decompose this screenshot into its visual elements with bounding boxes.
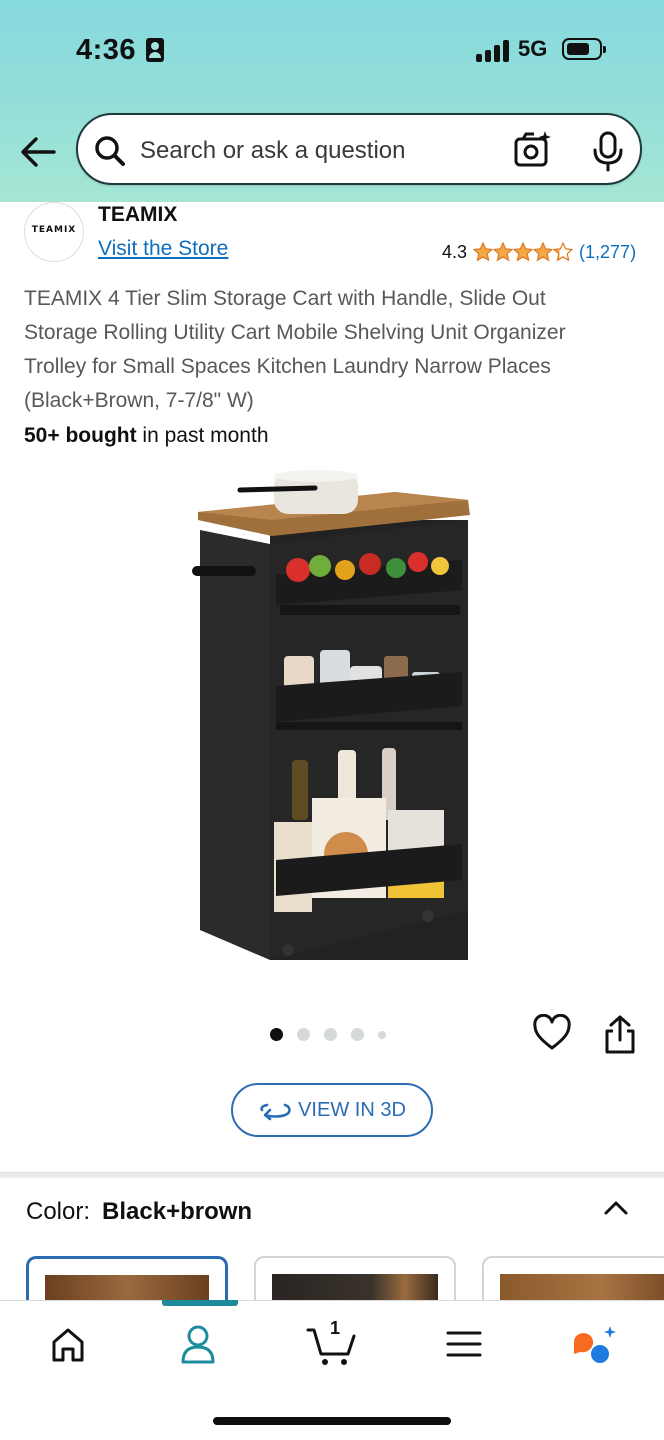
rating-row[interactable]: 4.3 (1,277)	[442, 240, 636, 264]
cart-count-badge: 1	[330, 1318, 341, 1338]
contact-card-icon	[146, 38, 164, 62]
star-icon	[473, 242, 494, 262]
network-type: 5G	[518, 36, 548, 61]
chevron-up-icon[interactable]	[600, 1196, 632, 1220]
star-icon	[553, 242, 574, 262]
back-arrow-icon[interactable]	[16, 130, 60, 174]
microphone-icon[interactable]	[588, 129, 628, 173]
search-icon	[95, 136, 125, 166]
camera-search-icon[interactable]	[512, 129, 554, 171]
status-time: 4:36	[76, 34, 137, 66]
rufus-icon[interactable]	[566, 1320, 622, 1368]
carousel-dot[interactable]	[324, 1028, 337, 1041]
rotate-3d-icon	[260, 1103, 291, 1121]
view-in-3d-label: VIEW IN 3D	[298, 1098, 406, 1121]
bought-count: 50+ bought	[24, 424, 137, 447]
nav-active-indicator	[162, 1300, 238, 1306]
carousel-dot[interactable]	[378, 1030, 386, 1039]
home-icon[interactable]	[40, 1320, 96, 1368]
home-indicator[interactable]	[213, 1417, 451, 1425]
color-selector-header[interactable]: Color: Black+brown	[26, 1198, 252, 1226]
search-bar[interactable]	[76, 113, 642, 185]
brand-name: TEAMIX	[98, 203, 178, 226]
signal-icon	[476, 38, 512, 62]
battery-icon	[562, 38, 606, 60]
visit-store-link[interactable]: Visit the Store	[98, 237, 228, 261]
section-divider	[0, 1172, 664, 1178]
status-bar: 4:36 5G	[0, 0, 664, 100]
brand-logo-text: TEAMIX	[31, 225, 77, 235]
bought-period: in past month	[136, 424, 269, 447]
heart-icon[interactable]	[532, 1014, 572, 1054]
search-input[interactable]	[140, 133, 500, 169]
star-rating	[473, 242, 574, 262]
image-carousel-dots[interactable]	[270, 1028, 400, 1041]
star-icon	[533, 242, 554, 262]
view-in-3d-button[interactable]: VIEW IN 3D	[231, 1083, 433, 1137]
product-image[interactable]	[150, 460, 510, 970]
brand-logo[interactable]: TEAMIX	[24, 202, 84, 262]
share-icon[interactable]	[602, 1014, 638, 1056]
star-icon	[513, 242, 534, 262]
carousel-dot[interactable]	[297, 1028, 310, 1041]
color-value: Black+brown	[102, 1198, 253, 1225]
rating-count[interactable]: (1,277)	[579, 242, 636, 263]
menu-icon[interactable]	[436, 1320, 492, 1368]
star-icon	[493, 242, 514, 262]
carousel-dot[interactable]	[270, 1028, 283, 1041]
carousel-dot[interactable]	[351, 1028, 364, 1041]
account-icon[interactable]	[170, 1320, 226, 1368]
color-label: Color:	[26, 1198, 91, 1225]
product-title: TEAMIX 4 Tier Slim Storage Cart with Han…	[24, 287, 566, 412]
bought-badge: 50+ bought in past month	[24, 424, 269, 448]
rating-value: 4.3	[442, 241, 468, 262]
